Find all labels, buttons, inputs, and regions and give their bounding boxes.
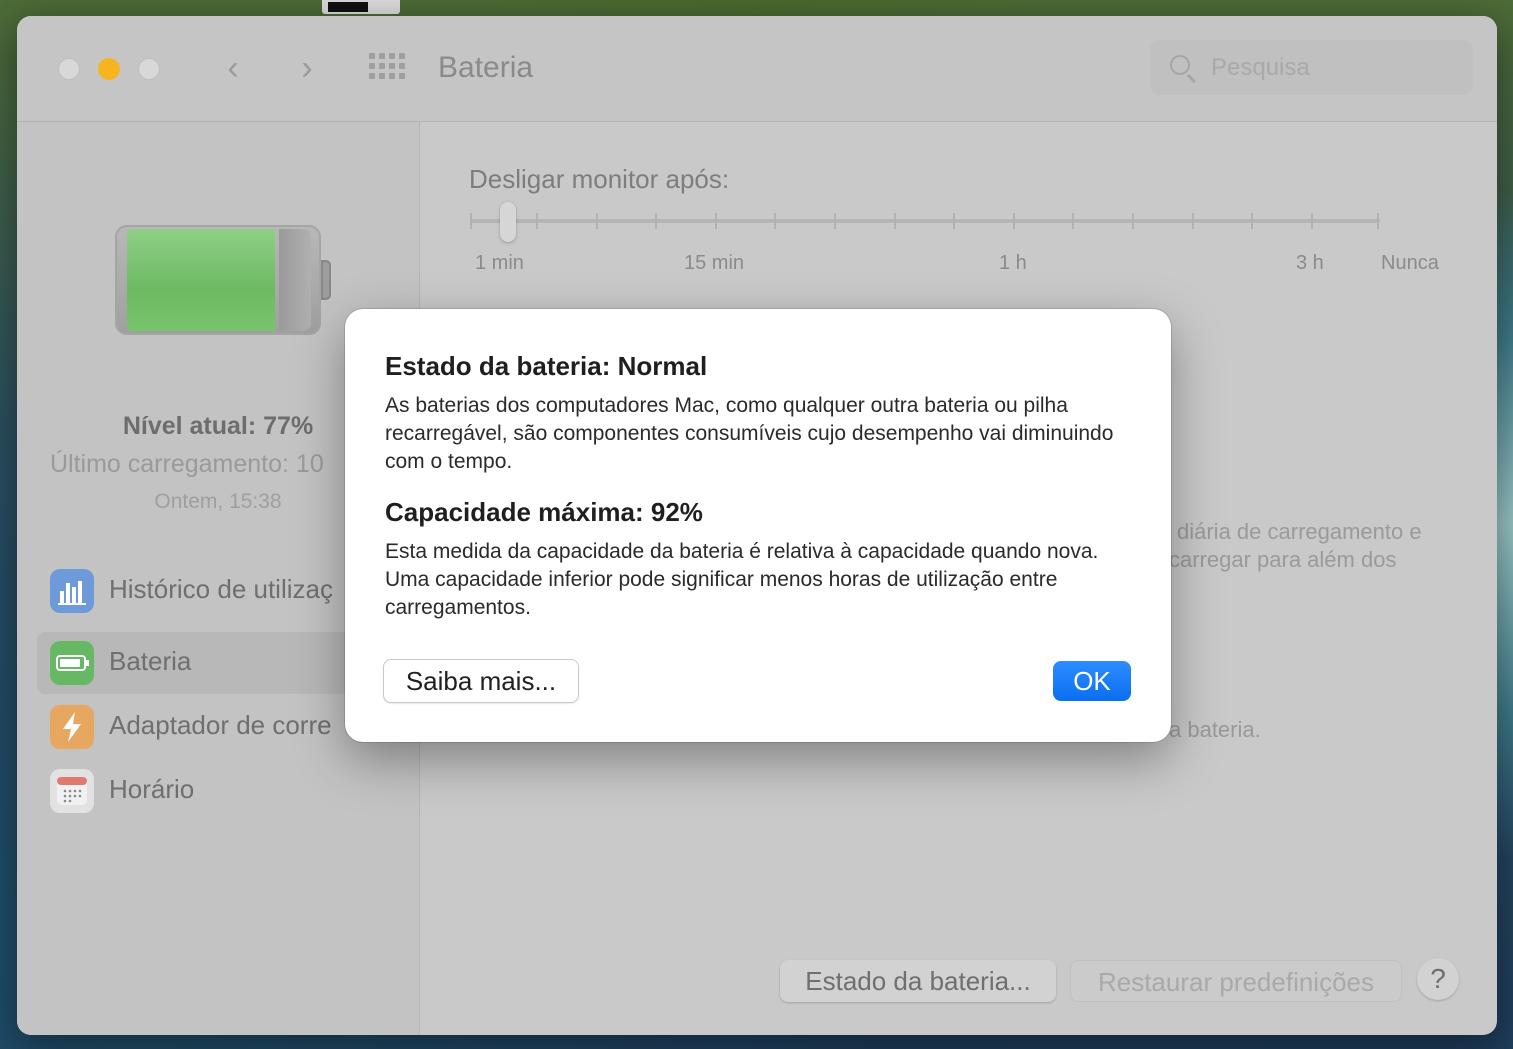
slider-tick: [596, 213, 598, 229]
display-sleep-label: Desligar monitor após:: [469, 164, 730, 194]
sidebar-item-usage-history[interactable]: Histórico de utilizaç: [37, 560, 397, 622]
calendar-icon: [50, 769, 94, 813]
background-description-line: diária de carregamento e: [1177, 519, 1422, 544]
background-description-line: carregar para além dos: [1169, 547, 1397, 572]
slider-tick: [1192, 213, 1194, 229]
slider-label-1min: 1 min: [475, 252, 524, 274]
slider-tick: [1013, 213, 1015, 229]
search-placeholder: Pesquisa: [1211, 54, 1310, 81]
last-charge-text: Último carregamento: 10: [50, 450, 324, 478]
sidebar-item-schedule[interactable]: Horário: [37, 760, 397, 822]
slider-label-never: Nunca: [1381, 252, 1439, 274]
slider-tick: [655, 213, 657, 229]
battery-health-dialog: Estado da bateria: Normal As baterias do…: [345, 309, 1171, 742]
back-chevron-icon[interactable]: ‹: [213, 48, 253, 88]
slider-tick: [774, 213, 776, 229]
zoom-window-button[interactable]: [138, 58, 160, 80]
slider-label-1h: 1 h: [999, 252, 1027, 274]
slider-tick: [715, 213, 717, 229]
slider-tick: [1132, 213, 1134, 229]
slider-tick: [894, 213, 896, 229]
slider-label-3h: 3 h: [1296, 252, 1324, 274]
titlebar: ‹ › Bateria Pesquisa: [17, 16, 1497, 122]
restore-defaults-button[interactable]: Restaurar predefinições: [1070, 960, 1402, 1002]
max-capacity-heading: Capacidade máxima: 92%: [385, 497, 703, 527]
slider-tick: [1251, 213, 1253, 229]
battery-condition-text: As baterias dos computadores Mac, como q…: [385, 394, 1114, 473]
ok-button[interactable]: OK: [1053, 661, 1131, 701]
menubar-fragment: [322, 0, 400, 14]
close-window-button[interactable]: [58, 58, 80, 80]
slider-tick: [953, 213, 955, 229]
sidebar-item-battery[interactable]: Bateria: [37, 632, 397, 694]
help-button[interactable]: ?: [1417, 958, 1459, 1000]
search-field[interactable]: Pesquisa: [1150, 40, 1473, 95]
bar-chart-icon: [50, 569, 94, 613]
slider-label-15min: 15 min: [684, 252, 745, 274]
sidebar-item-label: Histórico de utilizaç: [109, 574, 333, 604]
show-all-grid-icon[interactable]: [369, 53, 407, 81]
sidebar-item-label: Adaptador de corre: [109, 710, 332, 740]
display-sleep-slider-knob[interactable]: [500, 202, 516, 242]
lightning-icon: [50, 705, 94, 749]
learn-more-button[interactable]: Saiba mais...: [384, 660, 578, 702]
slider-tick: [470, 213, 472, 229]
search-icon: [1170, 55, 1190, 75]
minimize-window-button[interactable]: [98, 58, 120, 80]
background-description-line: a bateria.: [1169, 717, 1261, 742]
slider-tick: [536, 213, 538, 229]
window-title: Bateria: [438, 51, 534, 84]
battery-health-button[interactable]: Estado da bateria...: [780, 960, 1056, 1002]
slider-tick: [834, 213, 836, 229]
forward-chevron-icon[interactable]: ›: [287, 48, 327, 88]
display-sleep-slider-track[interactable]: [470, 219, 1380, 223]
battery-condition-heading: Estado da bateria: Normal: [385, 351, 708, 381]
slider-tick: [1072, 213, 1074, 229]
max-capacity-text: Esta medida da capacidade da bateria é r…: [385, 540, 1099, 619]
sidebar-item-power-adapter[interactable]: Adaptador de corre: [37, 696, 397, 758]
sidebar-item-label: Bateria: [109, 646, 192, 676]
battery-icon: [50, 641, 94, 685]
slider-tick: [1311, 213, 1313, 229]
sidebar-item-label: Horário: [109, 774, 195, 804]
battery-level-icon: [115, 225, 331, 335]
slider-tick: [1377, 213, 1379, 229]
